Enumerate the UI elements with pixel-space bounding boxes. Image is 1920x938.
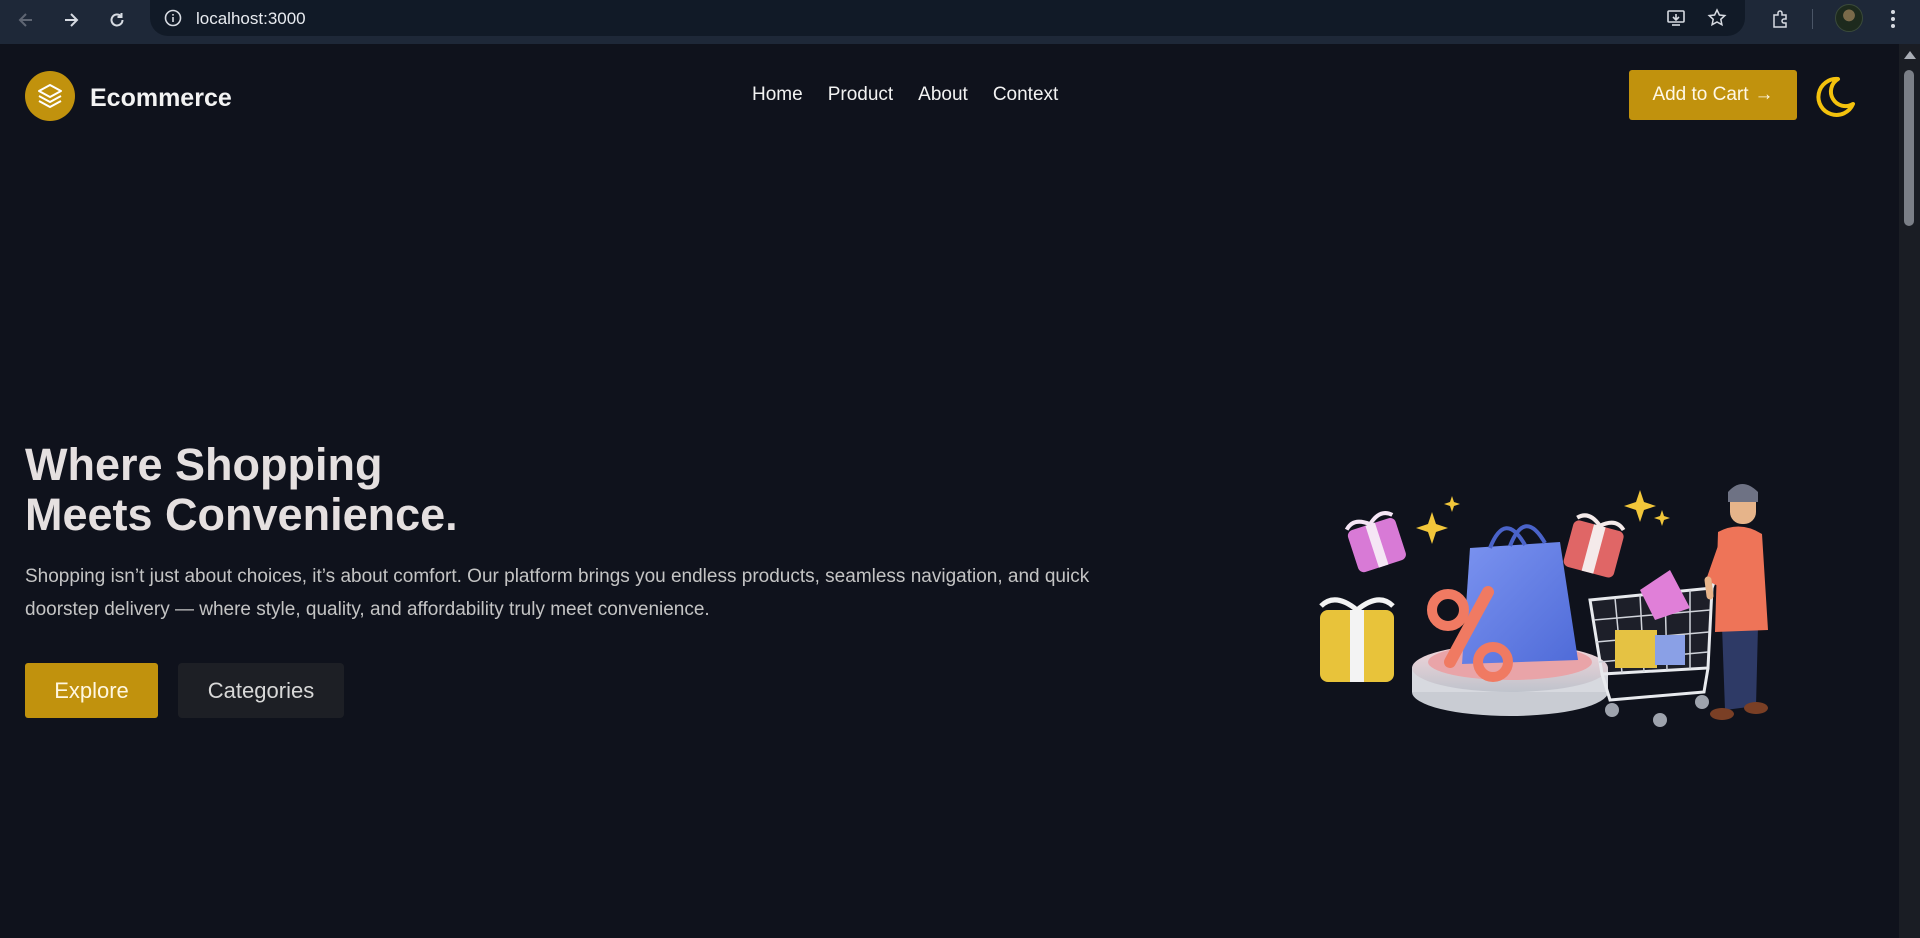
address-bar[interactable]: localhost:3000	[150, 0, 1745, 36]
layers-icon	[38, 84, 62, 108]
main-nav: Home Product About Context	[752, 84, 1058, 106]
theme-toggle-button[interactable]	[1812, 74, 1858, 120]
categories-button[interactable]: Categories	[178, 663, 344, 718]
gift-box-pink	[1344, 511, 1406, 573]
scrollbar-thumb[interactable]	[1904, 70, 1914, 226]
site-info-icon[interactable]	[162, 7, 184, 29]
sparkle	[1416, 512, 1448, 544]
nav-context[interactable]: Context	[993, 84, 1058, 106]
toolbar-divider	[1812, 9, 1813, 29]
nav-product[interactable]: Product	[828, 84, 893, 106]
nav-home[interactable]: Home	[752, 84, 803, 106]
kebab-menu-icon[interactable]	[1879, 5, 1907, 33]
hero-title-line-2: Meets Convenience.	[25, 489, 458, 540]
explore-button[interactable]: Explore	[25, 663, 158, 718]
add-to-cart-button[interactable]: Add to Cart →	[1629, 70, 1797, 120]
back-arrow-icon[interactable]	[12, 6, 40, 34]
browser-toolbar: localhost:3000	[0, 0, 1920, 44]
hero-title: Where Shopping Meets Convenience.	[25, 440, 458, 540]
logo[interactable]	[25, 71, 75, 121]
page-scrollbar[interactable]	[1899, 44, 1920, 938]
bookmark-star-icon[interactable]	[1704, 5, 1730, 31]
nav-about[interactable]: About	[918, 84, 968, 106]
url-text[interactable]: localhost:3000	[196, 9, 306, 29]
arrow-right-icon: →	[1754, 84, 1774, 105]
add-to-cart-label: Add to Cart	[1652, 84, 1749, 105]
install-app-icon[interactable]	[1663, 5, 1689, 31]
hero-title-line-1: Where Shopping	[25, 439, 383, 490]
moon-icon	[1816, 76, 1855, 117]
shopping-illustration	[1319, 484, 1768, 727]
scroll-up-arrow-icon[interactable]	[1904, 51, 1916, 59]
site-header: Ecommerce Home Product About Context Add…	[0, 44, 1899, 148]
extensions-puzzle-icon[interactable]	[1767, 5, 1795, 33]
percent-symbol	[1427, 589, 1469, 631]
forward-arrow-icon[interactable]	[57, 6, 85, 34]
profile-avatar[interactable]	[1835, 4, 1863, 32]
hero-description: Shopping isn’t just about choices, it’s …	[25, 566, 1090, 620]
gift-box-red	[1563, 513, 1626, 578]
brand-name[interactable]: Ecommerce	[90, 84, 232, 113]
reload-icon[interactable]	[103, 6, 131, 34]
shopper-figure	[1704, 484, 1768, 720]
